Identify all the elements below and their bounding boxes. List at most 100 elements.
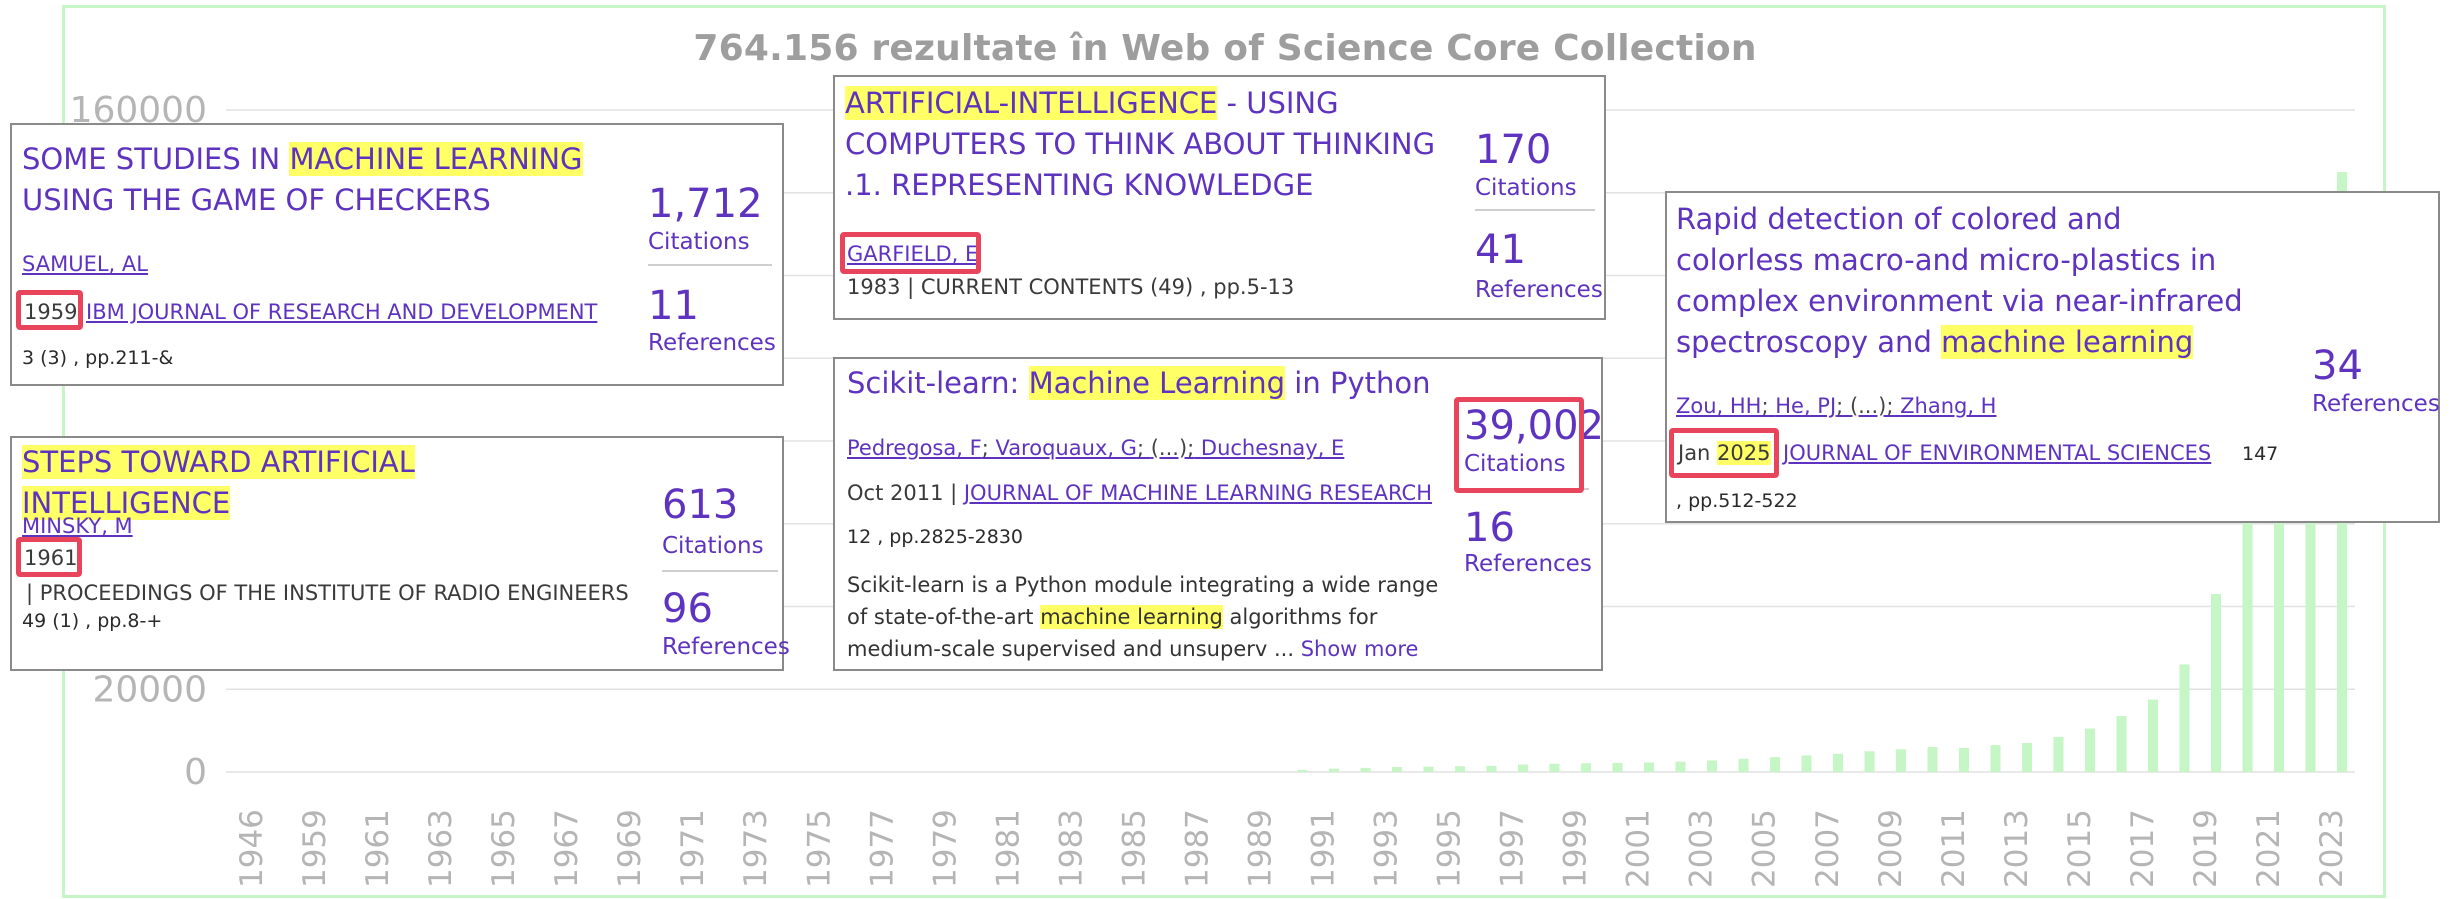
bar — [1675, 761, 1686, 772]
bar — [1801, 755, 1812, 772]
x-tick-label: 1961 — [360, 809, 396, 888]
bar — [1738, 758, 1749, 772]
divider — [662, 570, 778, 572]
bar — [1360, 767, 1371, 772]
references-label: References — [648, 330, 776, 356]
x-tick-label: 2017 — [2125, 809, 2161, 888]
year-marker — [16, 290, 83, 330]
x-tick-label: 1977 — [864, 809, 900, 888]
citations-label: Citations — [1475, 175, 1577, 201]
x-tick-label: 1963 — [423, 809, 459, 888]
references-label: References — [1475, 277, 1603, 303]
y-tick-label: 20000 — [92, 669, 207, 710]
citations-marker — [1454, 397, 1584, 493]
bar — [1549, 763, 1560, 772]
divider — [648, 264, 772, 266]
citation-count[interactable]: 170 — [1475, 127, 1551, 173]
result-card-minsky[interactable]: STEPS TOWARD ARTIFICIAL INTELLIGENCE MIN… — [10, 436, 790, 671]
bar — [2211, 594, 2221, 772]
x-tick-label: 2013 — [1999, 809, 2035, 888]
show-more-link[interactable]: Show more — [1301, 637, 1419, 661]
x-tick-label: 1967 — [549, 809, 585, 888]
x-tick-label: 2005 — [1747, 809, 1783, 888]
bar — [1329, 768, 1339, 772]
bar — [1959, 748, 1969, 772]
bar — [1707, 760, 1717, 772]
citations-label: Citations — [648, 229, 750, 255]
x-tick-label: 1983 — [1053, 809, 1089, 888]
pages: , pp.512-522 — [1676, 490, 1798, 512]
reference-count[interactable]: 34 — [2312, 343, 2363, 389]
x-tick-label: 1995 — [1432, 809, 1468, 888]
x-tick-label: 1965 — [486, 809, 522, 888]
journal-link[interactable]: IBM JOURNAL OF RESEARCH AND DEVELOPMENT — [86, 300, 597, 324]
x-tick-label: 2019 — [2188, 809, 2224, 888]
x-tick-label: 2007 — [1810, 809, 1846, 888]
author-link[interactable]: SAMUEL, AL — [22, 252, 148, 276]
references-label: References — [2312, 391, 2440, 417]
journal-name: | PROCEEDINGS OF THE INSTITUTE OF RADIO … — [26, 581, 629, 605]
card-title[interactable]: STEPS TOWARD ARTIFICIAL INTELLIGENCE — [22, 442, 622, 524]
bar — [2116, 716, 2127, 772]
year-marker — [16, 537, 82, 577]
citation-count[interactable]: 613 — [662, 482, 738, 528]
x-tick-label: 1985 — [1116, 809, 1152, 888]
card-title[interactable]: SOME STUDIES IN MACHINE LEARNING USING T… — [22, 139, 622, 221]
x-tick-label: 2015 — [2062, 809, 2098, 888]
volume-pages: 49 (1) , pp.8-+ — [22, 610, 163, 632]
bar — [1486, 765, 1497, 772]
year-marker — [1669, 428, 1779, 478]
citation-count[interactable]: 1,712 — [648, 181, 763, 227]
bar — [1455, 766, 1465, 772]
journal-link[interactable]: JOURNAL OF ENVIRONMENTAL SCIENCES — [1783, 441, 2211, 465]
x-tick-label: 1987 — [1179, 809, 1215, 888]
volume-pages: 12 , pp.2825-2830 — [847, 526, 1024, 548]
bar — [1990, 745, 2001, 772]
x-tick-label: 1997 — [1495, 809, 1531, 888]
reference-count[interactable]: 11 — [648, 283, 699, 329]
x-tick-label: 1981 — [990, 809, 1026, 888]
bar — [1612, 762, 1623, 772]
x-tick-label: 1973 — [738, 809, 774, 888]
reference-count[interactable]: 96 — [662, 586, 713, 632]
bar — [1644, 762, 1654, 772]
x-tick-label: 1989 — [1242, 809, 1278, 888]
bar — [1392, 767, 1402, 772]
card-title[interactable]: Scikit-learn: Machine Learning in Python — [847, 363, 1447, 404]
date-and-journal[interactable]: Oct 2011 | JOURNAL OF MACHINE LEARNING R… — [847, 481, 1432, 505]
x-tick-label: 2003 — [1684, 809, 1720, 888]
result-card-garfield[interactable]: ARTIFICIAL-INTELLIGENCE - USING COMPUTER… — [833, 75, 1606, 320]
x-tick-label: 1999 — [1558, 809, 1594, 888]
bar — [1297, 769, 1308, 772]
divider — [1475, 209, 1595, 211]
card-title[interactable]: ARTIFICIAL-INTELLIGENCE - USING COMPUTER… — [845, 83, 1445, 206]
bar — [2179, 664, 2190, 772]
x-tick-label: 2023 — [2314, 809, 2350, 888]
author-marker — [840, 232, 981, 274]
bar — [2053, 736, 2064, 772]
reference-count[interactable]: 41 — [1475, 227, 1526, 273]
result-card-scikit-learn[interactable]: Scikit-learn: Machine Learning in Python… — [833, 357, 1604, 671]
volume: 147 — [2242, 443, 2279, 465]
x-tick-label: 2011 — [1936, 809, 1972, 888]
card-title[interactable]: Rapid detection of colored and colorless… — [1676, 199, 2256, 363]
author-link[interactable]: MINSKY, M — [22, 514, 133, 538]
bar — [1833, 753, 1843, 772]
reference-count[interactable]: 16 — [1464, 505, 1515, 551]
x-tick-label: 1975 — [801, 809, 837, 888]
bar — [2148, 699, 2158, 772]
result-card-samuel[interactable]: SOME STUDIES IN MACHINE LEARNING USING T… — [10, 123, 784, 386]
author-list[interactable]: Zou, HH; He, PJ; (...); Zhang, H — [1676, 394, 1996, 418]
bar — [1864, 751, 1875, 772]
x-tick-label: 2021 — [2251, 809, 2287, 888]
x-tick-label: 2001 — [1621, 809, 1657, 888]
bar — [1581, 763, 1591, 772]
x-tick-label: 1959 — [297, 809, 333, 888]
x-tick-label: 1971 — [675, 809, 711, 888]
bar — [1423, 766, 1434, 772]
bar — [2085, 728, 2095, 772]
author-list[interactable]: Pedregosa, F; Varoquaux, G; (...); Duche… — [847, 436, 1344, 460]
year-and-journal: 1983 | CURRENT CONTENTS (49) , pp.5-13 — [847, 275, 1295, 299]
result-card-zou[interactable]: Rapid detection of colored and colorless… — [1665, 191, 2440, 523]
x-tick-label: 2009 — [1873, 809, 1909, 888]
